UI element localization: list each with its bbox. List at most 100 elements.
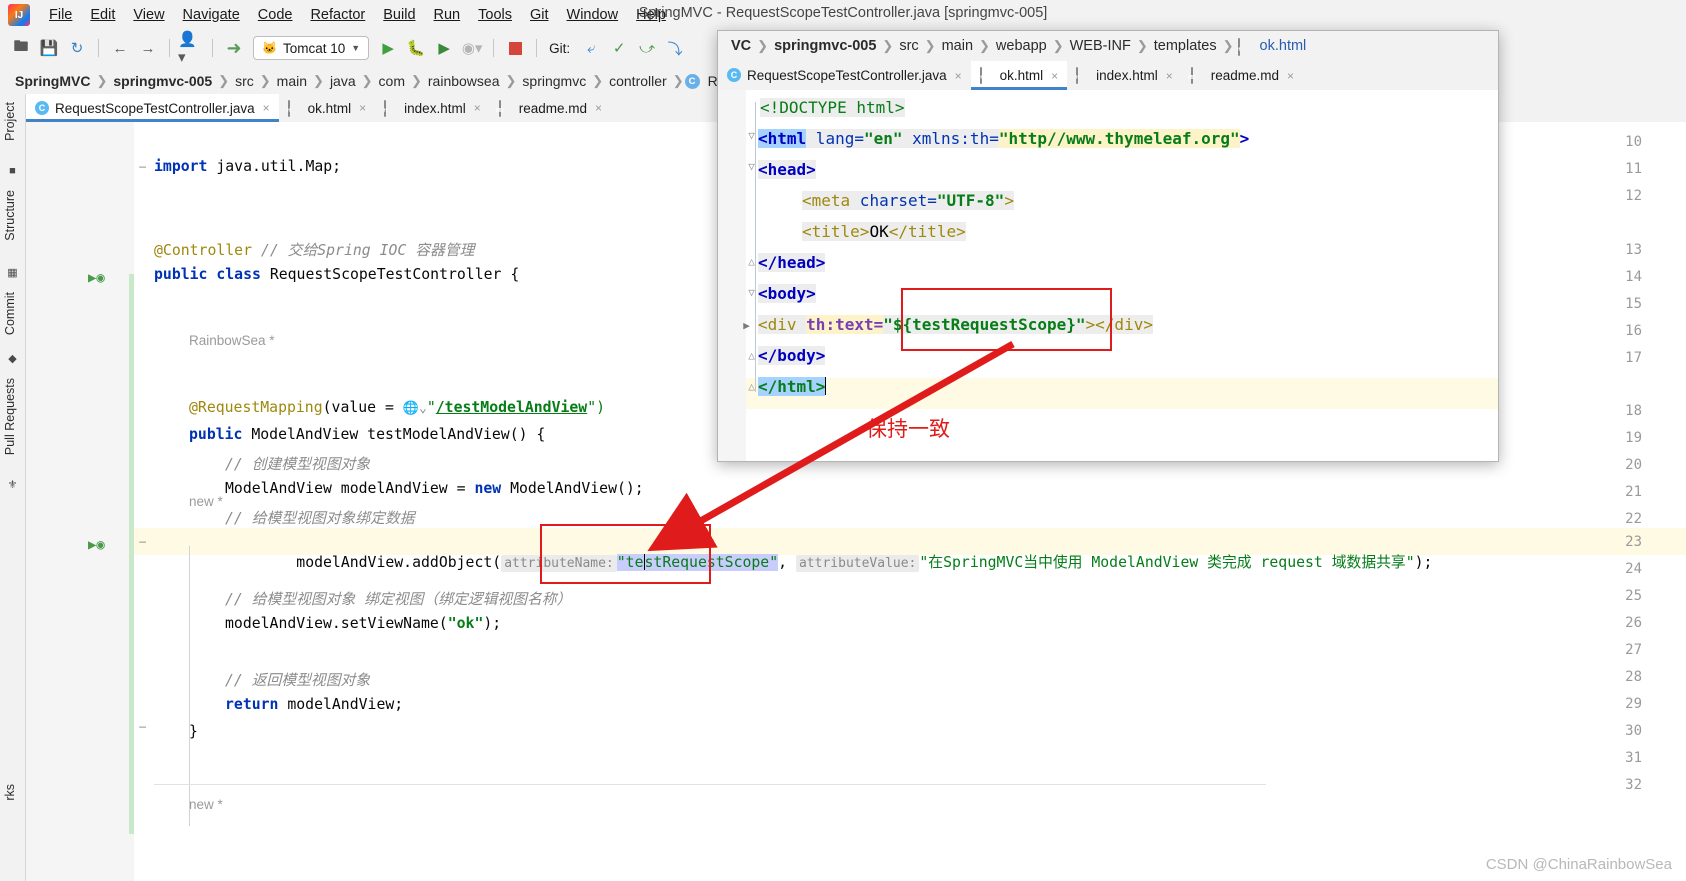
popup-breadcrumb-item-module[interactable]: springmvc-005 [769,38,881,54]
close-icon[interactable]: × [595,101,602,115]
sidebar-item-project[interactable]: Project [3,102,17,141]
close-icon[interactable]: × [474,101,481,115]
code-line: @RequestMapping(value = 🌐⌄"/testModelAnd… [189,399,606,416]
popup-breadcrumb-item-webapp[interactable]: webapp [991,38,1052,54]
sync-icon[interactable]: ↻ [64,35,90,61]
close-icon[interactable]: × [1051,69,1058,83]
code-token-attribute-name-value: "testRequestScope" [616,554,779,571]
popup-tab-readme-md[interactable]: MD readme.md × [1182,61,1303,90]
git-push-icon[interactable]: ⤻ [634,35,660,61]
expand-marker[interactable]: ▶ [740,320,753,333]
sidebar-item-structure[interactable]: Structure [3,190,17,241]
git-commit-icon[interactable]: ✓ [606,35,632,61]
menu-refactor[interactable]: Refactor [301,3,374,27]
java-class-icon: C [727,68,741,83]
sidebar-item-pull-requests[interactable]: Pull Requests [3,378,17,455]
editor-tab-readme-md[interactable]: MD readme.md × [490,94,611,122]
forward-arrow-icon[interactable]: → [135,35,161,61]
back-arrow-icon[interactable]: ← [107,35,133,61]
breadcrumb-separator: ❯ [757,38,769,53]
html-file-icon: H [1076,67,1090,84]
menu-build[interactable]: Build [374,3,424,27]
markdown-file-icon: MD [1188,67,1205,84]
user-profile-icon[interactable]: 👤▾ [178,31,204,66]
breadcrumb-item-springmvc[interactable]: springmvc [517,73,591,89]
popup-breadcrumb-item-project[interactable]: VC [726,38,756,54]
inlay-separator [154,784,1266,785]
fold-marker[interactable]: △ [745,256,758,269]
popup-gutter[interactable] [718,90,746,461]
sidebar-item-bookmarks[interactable]: rks [3,784,17,801]
code-line: import java.util.Map; [154,158,342,175]
breadcrumb-item-src[interactable]: src [230,73,259,89]
menu-help[interactable]: Help [627,3,675,27]
intellij-idea-window: File Edit View Navigate Code Refactor Bu… [0,0,1686,881]
popup-breadcrumb-item-templates[interactable]: templates [1149,38,1222,54]
popup-code-editor[interactable]: ▽ ▽ △ ▽ △ △ ▶ <!DOCTYPE html> <html lang… [718,90,1498,461]
fold-marker[interactable]: △ [745,350,758,363]
breadcrumb-item-main[interactable]: main [272,73,312,89]
menu-git[interactable]: Git [521,3,558,27]
save-icon[interactable]: 💾 [36,35,62,61]
left-tool-strip: Project ■ Structure ▦ Commit ◆ Pull Requ… [0,94,26,881]
menu-edit[interactable]: Edit [81,3,124,27]
popup-tab-index-html[interactable]: H index.html × [1067,61,1182,90]
menu-view[interactable]: View [124,3,173,27]
stop-icon[interactable] [502,35,528,61]
popup-breadcrumb-item-src[interactable]: src [894,38,923,54]
git-update-icon[interactable]: ⤶ [578,35,604,61]
fold-marker[interactable]: ▽ [745,287,758,300]
breadcrumb-item-controller[interactable]: controller [604,73,672,89]
structure-grid-icon: ▦ [7,267,18,279]
breadcrumb-item-com[interactable]: com [374,73,410,89]
menu-navigate[interactable]: Navigate [174,3,249,27]
code-token-doctype: <!DOCTYPE html> [760,98,905,117]
popup-tab-ok-html[interactable]: H ok.html × [970,61,1068,90]
build-hammer-icon[interactable]: ➜ [221,35,247,61]
debug-icon[interactable]: 🐛 [403,35,429,61]
menu-tools[interactable]: Tools [469,3,521,27]
code-token-th-text-attr: th:text= [806,315,884,334]
profiler-icon[interactable]: ◉▾ [459,35,485,61]
menu-file[interactable]: File [40,3,81,27]
popup-breadcrumb-item-file[interactable]: ok.html [1255,38,1312,54]
breadcrumb-item-rainbowsea[interactable]: rainbowsea [423,73,505,89]
code-token-body-close: </body> [758,346,826,365]
popup-tab-java[interactable]: C RequestScopeTestController.java × [718,61,971,90]
pull-request-icon: ⚜ [7,479,18,491]
popup-tab-strip: C RequestScopeTestController.java × H ok… [718,61,1498,90]
menu-code[interactable]: Code [249,3,302,27]
file-preview-popup[interactable]: VC ❯ springmvc-005 ❯ src ❯ main ❯ webapp… [717,30,1499,462]
run-icon[interactable]: ▶ [375,35,401,61]
code-line: // 返回模型视图对象 [225,672,371,689]
popup-current-line-highlight [718,378,1498,409]
open-folder-icon[interactable]: 🖿 [8,35,34,61]
close-icon[interactable]: × [263,101,270,115]
close-icon[interactable]: × [1287,69,1294,83]
fold-marker[interactable]: ▽ [745,130,758,143]
breadcrumb-separator: ❯ [361,73,373,88]
breadcrumb-item-java[interactable]: java [325,73,361,89]
fold-marker[interactable]: △ [745,381,758,394]
run-configuration-selector[interactable]: 🐱 Tomcat 10 ▼ [253,36,370,60]
breadcrumb-separator: ❯ [979,38,990,53]
close-icon[interactable]: × [955,69,962,83]
code-token-lang-value: "en" [863,129,903,148]
popup-breadcrumb-item-webinf[interactable]: WEB-INF [1065,38,1136,54]
breadcrumb-item-project[interactable]: SpringMVC [10,73,95,89]
breadcrumb-separator: ❯ [924,38,936,53]
run-with-coverage-icon[interactable]: ▶ [431,35,457,61]
editor-tab-index-html[interactable]: H index.html × [375,94,490,122]
editor-tab-ok-html[interactable]: H ok.html × [279,94,376,122]
editor-tab-java[interactable]: C RequestScopeTestController.java × [26,94,279,122]
fold-marker[interactable]: ▽ [745,161,758,174]
menu-window[interactable]: Window [558,3,628,27]
close-icon[interactable]: × [359,101,366,115]
sidebar-item-commit[interactable]: Commit [3,292,17,335]
code-line: // 给模型视图对象 绑定视图（绑定逻辑视图名称） [225,591,572,608]
breadcrumb-item-module[interactable]: springmvc-005 [108,73,217,89]
git-history-icon[interactable]: ⤵ [662,35,688,61]
menu-run[interactable]: Run [425,3,470,27]
close-icon[interactable]: × [1166,69,1173,83]
popup-breadcrumb-item-main[interactable]: main [937,38,978,54]
